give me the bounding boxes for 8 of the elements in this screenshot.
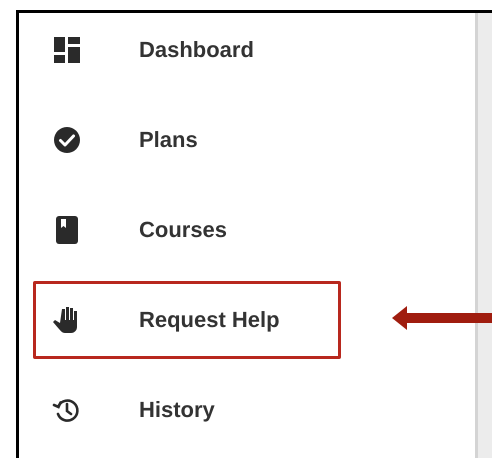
dashboard-icon [52,35,82,65]
menu-item[interactable]: Dashboard [33,11,341,89]
menu-item[interactable]: Plans [33,101,341,179]
menu-item[interactable]: Courses [33,191,341,269]
menu-item[interactable]: History [33,371,341,449]
menu-item[interactable]: Request Help [33,281,341,359]
check-circle-icon [52,125,82,155]
scrollbar[interactable] [475,13,492,458]
